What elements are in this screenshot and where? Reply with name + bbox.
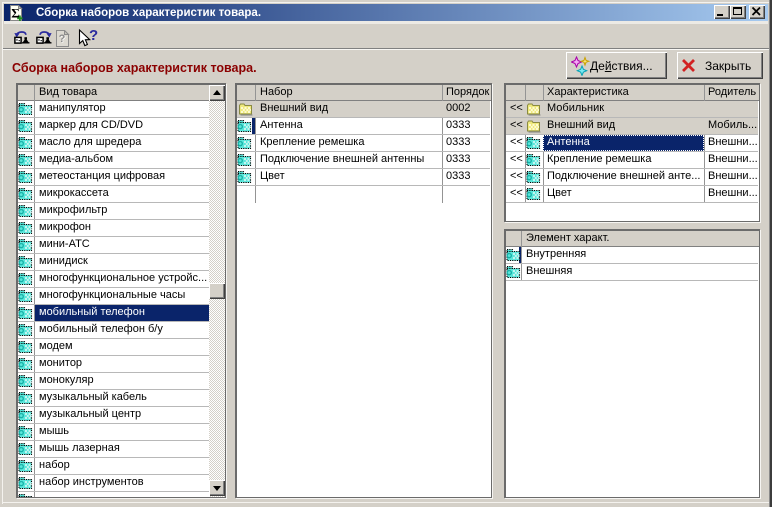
svg-text:?: ?: [59, 33, 66, 45]
svg-text:?: ?: [89, 28, 98, 44]
